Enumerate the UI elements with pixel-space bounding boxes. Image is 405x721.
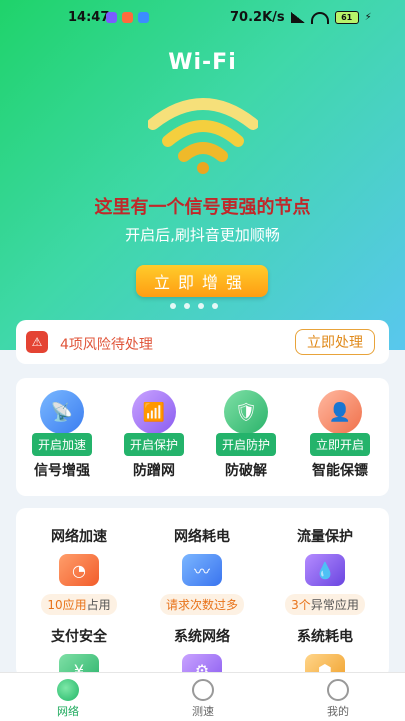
status-time: 14:47 (68, 10, 110, 25)
tool-name: 支付安全 (51, 629, 107, 645)
tool-status-rest: 异常应用 (310, 598, 359, 612)
bodyguard-icon: 👤 (318, 390, 362, 434)
tool-name: 系统网络 (174, 629, 230, 645)
tool-name: 网络加速 (51, 529, 107, 545)
nav-label: 我的 (327, 705, 349, 718)
tool-name: 流量保护 (297, 529, 353, 545)
tool-network-power[interactable]: 网络耗电 〰 请求次数过多 (147, 526, 257, 615)
feature-label: 信号增强 (34, 463, 90, 479)
tool-name: 系统耗电 (297, 629, 353, 645)
feature-smart-guard[interactable]: 👤 立即开启 智能保镖 (300, 390, 380, 480)
carousel-dots (170, 303, 218, 309)
notification-icons (106, 12, 149, 23)
feature-signal-boost[interactable]: 📡 开启加速 信号增强 (22, 390, 102, 480)
nav-item-profile[interactable]: 我的 (298, 679, 378, 719)
handle-now-button[interactable]: 立即处理 (295, 329, 375, 355)
tool-status-highlight: 请求次数过多 (165, 598, 238, 612)
status-bar: 14:47 70.2K/s 61 ⚡ (0, 0, 405, 36)
profile-icon (327, 679, 349, 701)
risk-shield-icon: ⚠ (26, 331, 48, 353)
tool-traffic-protect[interactable]: 流量保护 💧 3个异常应用 (270, 526, 380, 615)
feature-card: 📡 开启加速 信号增强 📶 开启保护 防蹭网 🛡 开启防护 防破解 👤 立即开启… (16, 378, 389, 496)
carousel-dot[interactable] (170, 303, 176, 309)
risk-card: ⚠ 4项风险待处理 立即处理 (16, 320, 389, 364)
hero-subtitle: 开启后,刷抖音更加顺畅 (125, 226, 280, 244)
tool-status-highlight: 3个 (291, 598, 311, 612)
tool-status: 3个异常应用 (285, 594, 365, 615)
carousel-dot[interactable] (198, 303, 204, 309)
status-indicators: 70.2K/s 61 ⚡ (230, 10, 372, 25)
nav-item-speed-test[interactable]: 测速 (163, 679, 243, 719)
app-notification-icon (106, 12, 117, 23)
wifi-status-icon (310, 11, 329, 24)
nav-label: 测速 (192, 705, 214, 718)
monitor-icon: 〰 (182, 554, 222, 586)
router-icon: 📶 (132, 390, 176, 434)
tool-status-highlight: 10应用 (47, 598, 87, 612)
speedometer-icon: ◔ (59, 554, 99, 586)
shield-icon: 🛡 (224, 390, 268, 434)
tool-status-rest: 占用 (86, 598, 111, 612)
app-notification-icon (122, 12, 133, 23)
tool-name: 网络耗电 (174, 529, 230, 545)
page-title: Wi-Fi (168, 50, 237, 75)
carousel-dot[interactable] (212, 303, 218, 309)
bottom-nav: 网络 测速 我的 (0, 672, 405, 721)
battery-icon: 61 (334, 11, 359, 24)
feature-tag[interactable]: 开启保护 (123, 433, 184, 456)
hero-banner: 14:47 70.2K/s 61 ⚡ Wi-Fi 这里有一个信号更强的节点 开启… (0, 0, 405, 350)
network-speed: 70.2K/s (230, 10, 285, 25)
planet-icon (57, 679, 79, 701)
tool-status: 请求次数过多 (159, 594, 244, 615)
feature-label: 智能保镖 (312, 463, 368, 479)
charging-icon: ⚡ (364, 12, 372, 23)
message-icon (138, 12, 149, 23)
tools-card: 网络加速 ◔ 10应用占用 网络耗电 〰 请求次数过多 流量保护 💧 3个异常应… (16, 508, 389, 686)
nav-item-network[interactable]: 网络 (28, 679, 108, 719)
risk-text: 4项风险待处理 (60, 337, 153, 353)
hero-headline: 这里有一个信号更强的节点 (94, 197, 311, 218)
feature-tag[interactable]: 立即开启 (309, 433, 370, 456)
wifi-signal-icon (148, 98, 258, 174)
feature-label: 防破解 (225, 463, 267, 479)
tool-status: 10应用占用 (41, 594, 117, 615)
tool-network-speedup[interactable]: 网络加速 ◔ 10应用占用 (24, 526, 134, 615)
nav-label: 网络 (57, 705, 79, 718)
feature-anti-crack[interactable]: 🛡 开启防护 防破解 (206, 390, 286, 480)
boost-now-button[interactable]: 立即增强 (136, 265, 268, 297)
feature-tag[interactable]: 开启防护 (215, 433, 276, 456)
feature-label: 防蹭网 (133, 463, 175, 479)
satellite-dish-icon: 📡 (40, 390, 84, 434)
signal-icon (290, 12, 305, 23)
speed-test-icon (192, 679, 214, 701)
feature-anti-leech[interactable]: 📶 开启保护 防蹭网 (114, 390, 194, 480)
feature-tag[interactable]: 开启加速 (31, 433, 92, 456)
carousel-dot[interactable] (184, 303, 190, 309)
flow-icon: 💧 (305, 554, 345, 586)
